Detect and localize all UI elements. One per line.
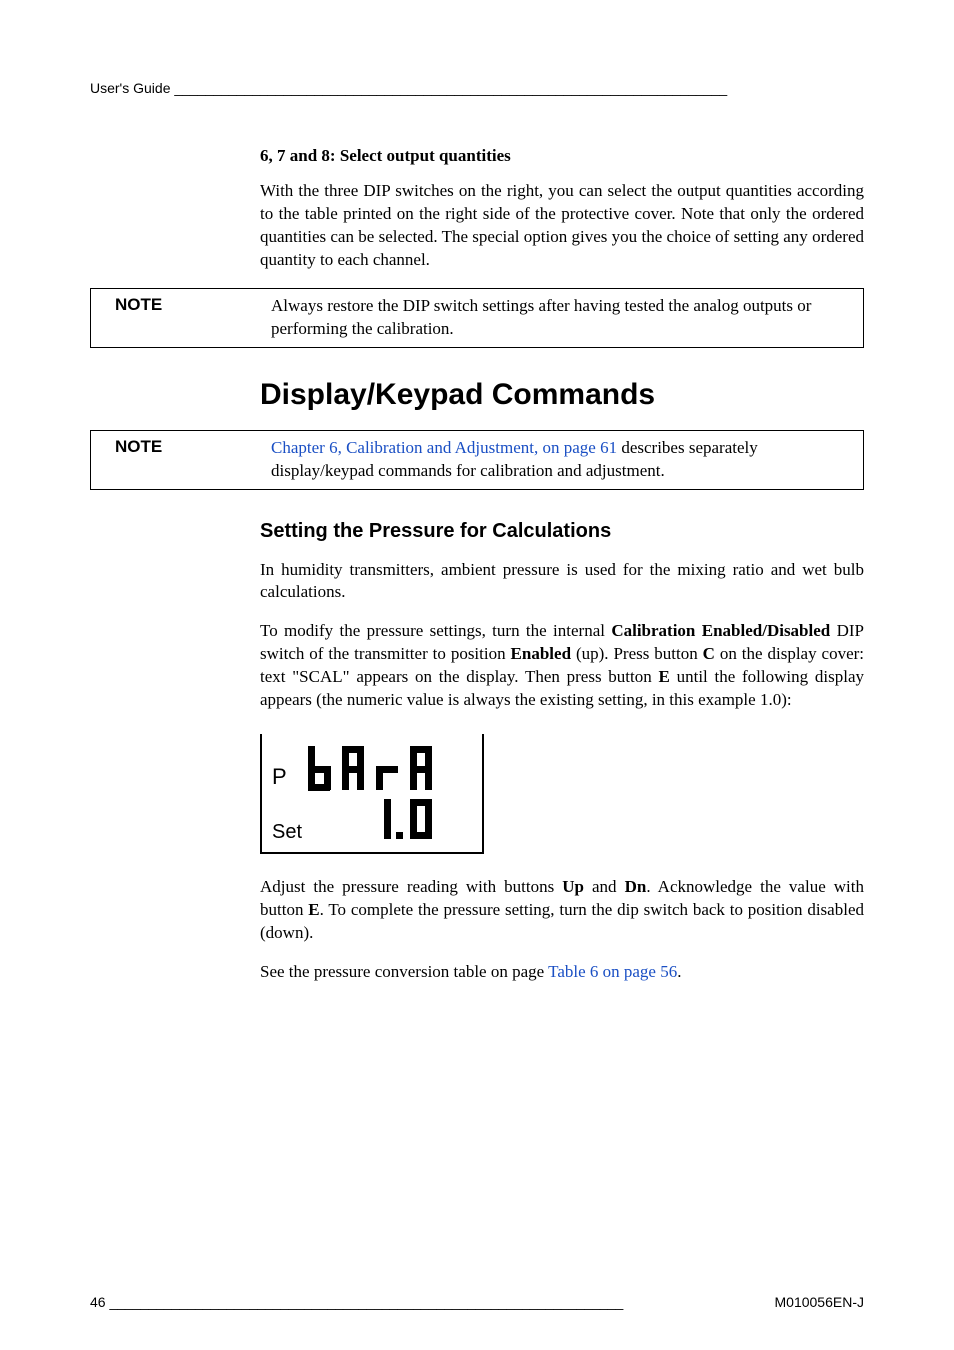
text-run: See the pressure conversion table on pag… [260,962,548,981]
paragraph-adjust-pressure: Adjust the pressure reading with buttons… [260,876,864,945]
note-text: Always restore the DIP switch settings a… [271,295,853,341]
text-run: . [677,962,681,981]
chapter-link[interactable]: Chapter 6, Calibration and Adjustment, o… [271,438,617,457]
note-box-1: NOTE Always restore the DIP switch setti… [90,288,864,348]
display-mockup: P Set [260,734,484,854]
bold-button-e: E [308,900,319,919]
bold-button-e: E [659,667,670,686]
bold-cal-enabled-disabled: Calibration Enabled/Disabled [611,621,830,640]
content-column: 6, 7 and 8: Select output quantities Wit… [260,146,864,272]
bold-enabled: Enabled [511,644,571,663]
text-run: To modify the pressure settings, turn th… [260,621,611,640]
footer: 46 _____________________________________… [90,1294,864,1310]
text-run: and [584,877,625,896]
heading-display-keypad: Display/Keypad Commands [260,378,864,412]
content-column: Setting the Pressure for Calculations In… [260,520,864,984]
page-number: 46 _____________________________________… [90,1294,623,1310]
text-run: . To complete the pressure setting, turn… [260,900,864,942]
text-run: Adjust the pressure reading with buttons [260,877,562,896]
note-label: NOTE [91,295,271,341]
note-text: Chapter 6, Calibration and Adjustment, o… [271,437,853,483]
table-link[interactable]: Table 6 on page 56 [548,962,677,981]
display-set-label: Set [272,821,302,844]
doc-id: M010056EN-J [775,1294,865,1310]
paragraph-dip-switches: With the three DIP switches on the right… [260,180,864,272]
display-p-label: P [272,764,287,790]
paragraph-see-table: See the pressure conversion table on pag… [260,961,864,984]
paragraph-ambient-pressure: In humidity transmitters, ambient pressu… [260,559,864,605]
seven-segment-icon [302,744,462,844]
text-run: (up). Press button [571,644,703,663]
heading-pressure-calc: Setting the Pressure for Calculations [260,520,864,543]
bold-up: Up [562,877,584,896]
bold-button-c: C [703,644,715,663]
note-box-2: NOTE Chapter 6, Calibration and Adjustme… [90,430,864,490]
running-header: User's Guide ___________________________… [90,80,864,96]
note-label: NOTE [91,437,271,483]
bold-dn: Dn [625,877,647,896]
page: User's Guide ___________________________… [0,0,954,1350]
subheading-678: 6, 7 and 8: Select output quantities [260,146,864,166]
paragraph-modify-pressure: To modify the pressure settings, turn th… [260,620,864,712]
